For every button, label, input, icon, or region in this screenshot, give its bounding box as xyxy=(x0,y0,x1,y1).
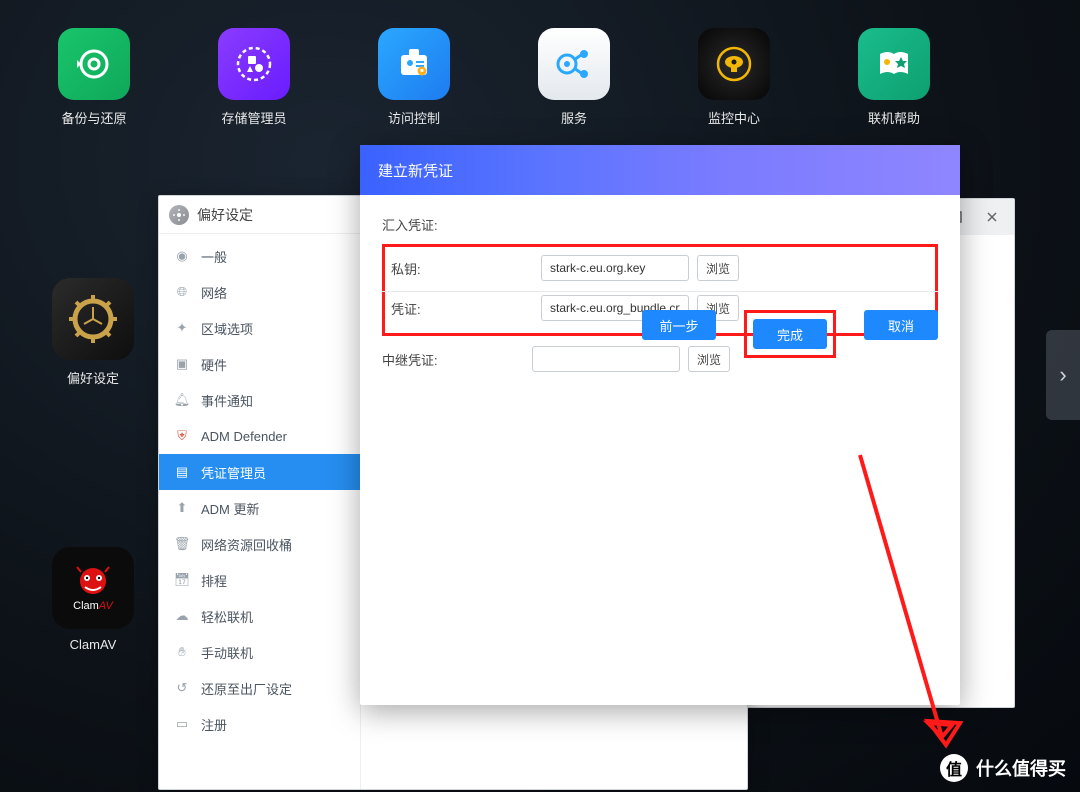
desktop-left-column: 偏好设定 ClamAV ClamAV xyxy=(52,278,134,652)
region-icon: ✦ xyxy=(173,319,191,337)
sidebar-item-general[interactable]: ◉一般 xyxy=(159,238,360,274)
app-online-help[interactable]: 联机帮助 xyxy=(858,28,930,127)
edge-next-button[interactable]: › xyxy=(1046,330,1080,420)
label-private-key: 私钥: xyxy=(391,259,541,278)
app-label: 联机帮助 xyxy=(868,108,920,127)
app-label: 监控中心 xyxy=(708,108,760,127)
watermark-badge: 值 xyxy=(940,754,968,782)
app-backup-restore[interactable]: 备份与还原 xyxy=(58,28,130,127)
browse-private-key-button[interactable]: 浏览 xyxy=(697,255,739,281)
chip-icon: ▣ xyxy=(173,355,191,373)
update-icon: ⬆ xyxy=(173,499,191,517)
book-icon xyxy=(858,28,930,100)
nodes-icon xyxy=(538,28,610,100)
bell-icon: 🔔︎ xyxy=(173,391,191,409)
prefs-sidebar: ◉一般 🌐︎网络 ✦区域选项 ▣硬件 🔔︎事件通知 ⛨ADM Defender … xyxy=(159,234,361,789)
app-services[interactable]: 服务 xyxy=(538,28,610,127)
section-label: 汇入凭证: xyxy=(382,215,938,234)
desktop-icon-row: 备份与还原 存储管理员 访问控制 服务 监控中心 联机帮助 xyxy=(58,28,930,127)
idcard-icon xyxy=(378,28,450,100)
sidebar-item-factory[interactable]: ↺还原至出厂设定 xyxy=(159,670,360,706)
shield-icon: ⛨ xyxy=(173,427,191,445)
watermark-text: 什么值得买 xyxy=(976,755,1066,781)
prev-button[interactable]: 前一步 xyxy=(642,310,716,340)
dialog-footer: 前一步 完成 取消 xyxy=(382,291,938,358)
app-label: 存储管理员 xyxy=(221,108,286,127)
sidebar-item-register[interactable]: ▭注册 xyxy=(159,706,360,742)
app-clamav[interactable]: ClamAV ClamAV xyxy=(52,547,134,652)
globe-icon: 🌐︎ xyxy=(173,283,191,301)
app-label: 偏好设定 xyxy=(67,368,119,387)
gear-icon xyxy=(52,278,134,360)
sidebar-item-notify[interactable]: 🔔︎事件通知 xyxy=(159,382,360,418)
arrow-annotation xyxy=(850,445,970,775)
sidebar-item-region[interactable]: ✦区域选项 xyxy=(159,310,360,346)
dialog-title[interactable]: 建立新凭证 xyxy=(360,145,960,195)
sidebar-item-defender[interactable]: ⛨ADM Defender xyxy=(159,418,360,454)
new-cert-dialog: 建立新凭证 汇入凭证: 私钥: 浏览 凭证: 浏览 中继凭证: 浏览 xyxy=(360,145,960,705)
input-private-key[interactable] xyxy=(541,255,689,281)
finish-highlight: 完成 xyxy=(744,310,836,358)
sidebar-item-schedule[interactable]: 📅︎排程 xyxy=(159,562,360,598)
app-label: ClamAV xyxy=(70,637,117,652)
factory-icon: ↺ xyxy=(173,679,191,697)
app-surveillance[interactable]: 监控中心 xyxy=(698,28,770,127)
cert-icon: ▤ xyxy=(173,463,191,481)
app-label: 服务 xyxy=(561,108,587,127)
cog-icon: ◉ xyxy=(173,247,191,265)
app-label: 备份与还原 xyxy=(61,108,126,127)
clamav-icon: ClamAV xyxy=(52,547,134,629)
shapes-icon xyxy=(218,28,290,100)
gear-icon xyxy=(169,205,189,225)
app-storage-manager[interactable]: 存储管理员 xyxy=(218,28,290,127)
row-private-key: 私钥: 浏览 xyxy=(391,251,929,285)
hand-icon: ✋︎ xyxy=(173,643,191,661)
sidebar-item-network[interactable]: 🌐︎网络 xyxy=(159,274,360,310)
window-title: 偏好设定 xyxy=(197,205,253,225)
calendar-icon: 📅︎ xyxy=(173,571,191,589)
watermark: 值 什么值得买 xyxy=(940,754,1066,782)
cloud-icon: ☁ xyxy=(173,607,191,625)
app-preferences[interactable]: 偏好设定 xyxy=(52,278,134,387)
close-button[interactable] xyxy=(978,206,1006,228)
sidebar-item-certmgr[interactable]: ▤凭证管理员 xyxy=(159,454,360,490)
register-icon: ▭ xyxy=(173,715,191,733)
app-label: 访问控制 xyxy=(388,108,440,127)
sidebar-item-update[interactable]: ⬆ADM 更新 xyxy=(159,490,360,526)
cancel-button[interactable]: 取消 xyxy=(864,310,938,340)
trash-icon: 🗑︎ xyxy=(173,535,191,553)
sidebar-item-ezconnect[interactable]: ☁轻松联机 xyxy=(159,598,360,634)
finish-button[interactable]: 完成 xyxy=(753,319,827,349)
camera-icon xyxy=(698,28,770,100)
restore-icon xyxy=(58,28,130,100)
sidebar-item-recycle[interactable]: 🗑︎网络资源回收桶 xyxy=(159,526,360,562)
sidebar-item-manual[interactable]: ✋︎手动联机 xyxy=(159,634,360,670)
sidebar-item-hardware[interactable]: ▣硬件 xyxy=(159,346,360,382)
app-access-control[interactable]: 访问控制 xyxy=(378,28,450,127)
chevron-right-icon: › xyxy=(1059,362,1066,388)
